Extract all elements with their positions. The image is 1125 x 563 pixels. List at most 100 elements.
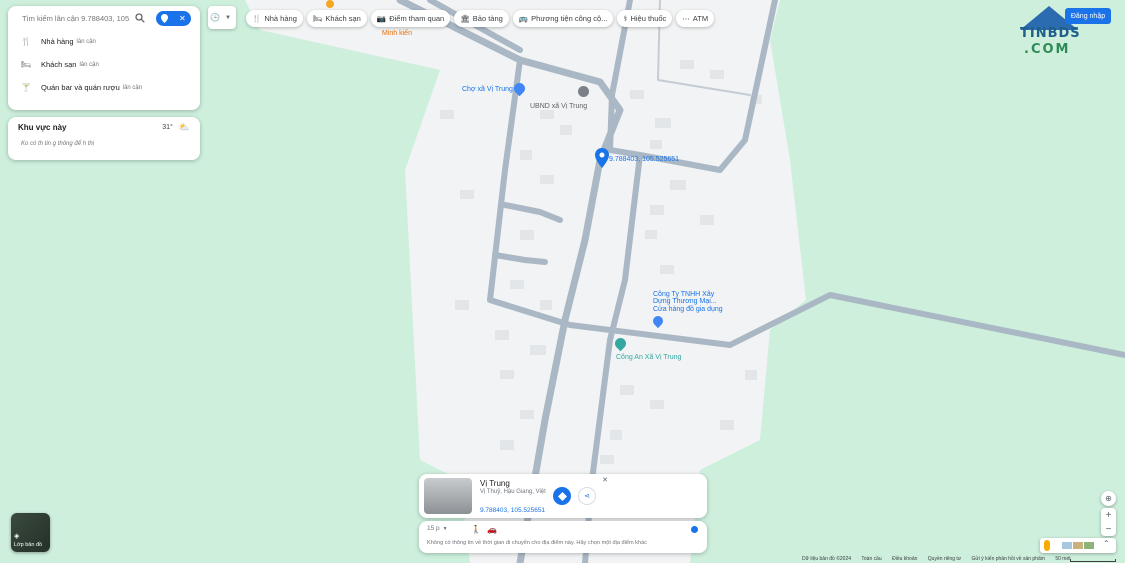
category-pharmacy[interactable]: ⚕ Hiệu thuốc bbox=[617, 10, 673, 27]
car-icon[interactable]: 🚗 bbox=[487, 525, 497, 534]
museum-icon: 🏛 bbox=[460, 14, 470, 23]
category-label: Nhà hàng bbox=[264, 14, 297, 23]
camera-icon: 📷 bbox=[376, 14, 387, 23]
bed-icon: 🛏 bbox=[312, 14, 323, 23]
zoom-out-button[interactable]: − bbox=[1101, 522, 1116, 536]
close-card-icon[interactable]: ✕ bbox=[599, 474, 611, 486]
place-card[interactable]: Vị Trung Vị Thuỷ, Hậu Giang, Việt 9.7884… bbox=[419, 474, 707, 518]
footer-copyright: Dữ liệu bản đồ ©2024 bbox=[802, 556, 852, 562]
poi-company-line1[interactable]: Công Ty TNHH Xây bbox=[653, 291, 714, 298]
nearby-suffix-restaurant: lân cận bbox=[76, 38, 96, 45]
imagery-thumb-1[interactable] bbox=[1062, 542, 1072, 549]
poi-company-line2[interactable]: Dựng Thương Mại... bbox=[653, 298, 717, 305]
location-pin-icon[interactable] bbox=[595, 148, 609, 168]
bottom-right-strip: ⌃ bbox=[1040, 538, 1116, 553]
layers-label: Lớp bản đồ bbox=[14, 542, 43, 548]
pegman-icon[interactable] bbox=[1044, 540, 1050, 551]
category-atm[interactable]: ⋯ ATM bbox=[676, 10, 715, 27]
category-label: Điểm tham quan bbox=[389, 14, 445, 23]
travel-time-select[interactable]: 15 p bbox=[427, 525, 440, 532]
fork-knife-icon: 🍴 bbox=[21, 37, 31, 46]
chevron-down-icon: ▼ bbox=[225, 14, 231, 21]
nearby-label-restaurant: Nhà hàng bbox=[41, 37, 74, 46]
pharmacy-icon: ⚕ bbox=[623, 14, 628, 23]
category-transit[interactable]: 🚌 Phương tiện công cộ... bbox=[512, 10, 614, 27]
footer-scale-label: 50 mét bbox=[1055, 556, 1071, 562]
category-label: ATM bbox=[692, 14, 709, 23]
area-card: Khu vực này 31° ⛅ Ko có th tin g thông đ… bbox=[8, 117, 200, 160]
poi-company-sub: Cửa hàng đồ gia dụng bbox=[653, 306, 723, 313]
nearby-item-bar[interactable]: 🍸 Quán bar và quán rượu lân cận bbox=[8, 76, 200, 99]
expand-icon[interactable]: ⌃ bbox=[1103, 539, 1110, 548]
fork-knife-icon: 🍴 bbox=[252, 14, 262, 23]
search-panel: ✕ 🍴 Nhà hàng lân cận 🛏 Khách sạn lân cận… bbox=[8, 6, 200, 110]
share-button[interactable]: ⋖ bbox=[578, 487, 596, 505]
poi-market-label[interactable]: Chợ xã Vị Trung bbox=[462, 86, 513, 93]
search-input[interactable] bbox=[20, 12, 132, 24]
nearby-label-bar: Quán bar và quán rượu bbox=[41, 83, 120, 92]
zoom-controls: + − bbox=[1101, 508, 1116, 536]
poi-ubnd-label[interactable]: UBND xã Vị Trung bbox=[530, 103, 587, 110]
my-location-icon: ⊕ bbox=[1105, 494, 1112, 503]
cocktail-icon: 🍸 bbox=[21, 83, 31, 92]
bed-icon: 🛏 bbox=[20, 60, 32, 69]
nearby-item-restaurant[interactable]: 🍴 Nhà hàng lân cận bbox=[8, 30, 200, 53]
bus-icon: 🚌 bbox=[518, 14, 529, 23]
directions-dropdown[interactable]: 🕒 ▼ bbox=[208, 6, 236, 29]
directions-button[interactable] bbox=[553, 487, 571, 505]
place-thumbnail[interactable] bbox=[424, 478, 472, 514]
chevron-down-icon[interactable]: ▼ bbox=[443, 526, 448, 532]
partly-cloudy-icon: ⛅ bbox=[178, 121, 190, 132]
category-attractions[interactable]: 📷 Điểm tham quan bbox=[370, 10, 451, 27]
pin-coords-label: 9.788403, 105.525651 bbox=[609, 156, 680, 163]
travel-card: 15 p ▼ 🚶 🚗 Không có thông tin về thời gi… bbox=[419, 521, 707, 553]
place-address: Vị Thuỷ, Hậu Giang, Việt bbox=[480, 489, 546, 495]
place-name: Vị Trung bbox=[480, 479, 510, 488]
walking-icon[interactable]: 🚶 bbox=[471, 525, 481, 534]
dots-icon: ⋯ bbox=[682, 14, 690, 23]
category-hotel[interactable]: 🛏 Khách sạn bbox=[306, 10, 367, 27]
area-title: Khu vực này bbox=[18, 122, 67, 132]
nearby-suffix-hotel: lân cận bbox=[79, 61, 99, 68]
nearby-item-hotel[interactable]: 🛏 Khách sạn lân cận bbox=[8, 53, 200, 76]
travel-message: Không có thông tin về thời gian di chuyể… bbox=[427, 540, 647, 546]
poi-police-label[interactable]: Công An Xã Vị Trung bbox=[616, 354, 681, 361]
search-icon[interactable] bbox=[132, 10, 148, 26]
watermark-line1: TINBDS bbox=[1020, 26, 1081, 41]
imagery-thumb-2[interactable] bbox=[1073, 542, 1083, 549]
category-label: Bảo tàng bbox=[472, 14, 503, 23]
category-museum[interactable]: 🏛 Bảo tàng bbox=[454, 10, 509, 27]
category-label: Khách sạn bbox=[325, 14, 361, 23]
my-location-button[interactable]: ⊕ bbox=[1101, 491, 1116, 506]
layers-button[interactable]: ◈ Lớp bản đồ bbox=[11, 513, 50, 552]
footer-link-privacy[interactable]: Quyền riêng tư bbox=[928, 556, 961, 562]
category-label: Phương tiện công cộ... bbox=[531, 14, 608, 23]
footer: Dữ liệu bản đồ ©2024 Toàn cầu Điều khoản… bbox=[802, 556, 1071, 562]
directions-icon bbox=[557, 491, 567, 501]
place-marker-icon bbox=[161, 13, 169, 23]
footer-link-terms[interactable]: Điều khoản bbox=[892, 556, 917, 562]
nearby-suffix-bar: lân cận bbox=[122, 84, 143, 91]
layers-icon: ◈ bbox=[14, 533, 20, 540]
area-temperature: 31° bbox=[162, 123, 173, 131]
imagery-thumb-3[interactable] bbox=[1084, 542, 1094, 549]
clock-icon: 🕒 bbox=[210, 13, 220, 22]
travel-radio-dot[interactable] bbox=[691, 526, 698, 533]
footer-link-global[interactable]: Toàn cầu bbox=[861, 556, 881, 562]
share-icon: ⋖ bbox=[584, 493, 590, 500]
zoom-in-button[interactable]: + bbox=[1101, 508, 1116, 522]
nearby-label-hotel: Khách sạn bbox=[41, 60, 77, 69]
place-coords[interactable]: 9.788403, 105.525651 bbox=[480, 507, 545, 514]
category-restaurant[interactable]: 🍴 Nhà hàng bbox=[246, 10, 303, 27]
poi-top-label: Minh kiến bbox=[382, 30, 412, 37]
close-icon[interactable]: ✕ bbox=[179, 14, 186, 23]
category-label: Hiệu thuốc bbox=[630, 14, 667, 23]
location-filter-chip[interactable]: ✕ bbox=[156, 10, 191, 26]
poi-orange-icon[interactable] bbox=[326, 0, 334, 8]
category-bar: 🍴 Nhà hàng 🛏 Khách sạn 📷 Điểm tham quan … bbox=[246, 10, 715, 27]
signin-button[interactable]: Đăng nhập bbox=[1065, 8, 1111, 24]
scale-bar bbox=[1070, 559, 1116, 562]
footer-link-feedback[interactable]: Gửi ý kiến phản hồi về sản phẩm bbox=[972, 556, 1045, 562]
government-icon[interactable] bbox=[578, 86, 589, 97]
area-message: Ko có th tin g thông để h thị bbox=[21, 141, 95, 147]
